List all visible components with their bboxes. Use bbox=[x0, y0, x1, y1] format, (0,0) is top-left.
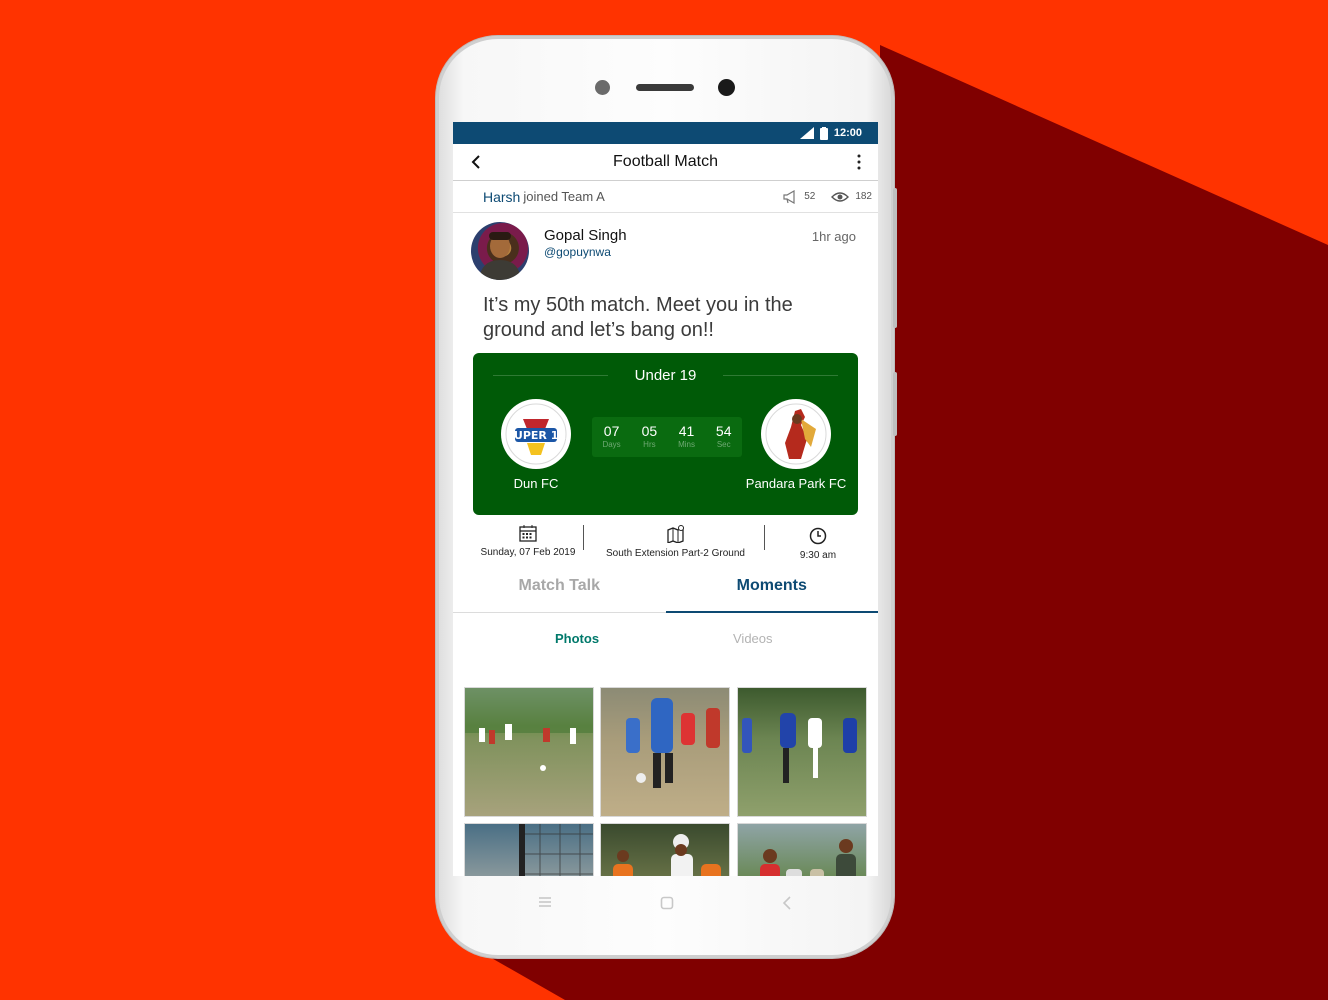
post-stats: 52 182 bbox=[782, 189, 872, 204]
divider bbox=[723, 375, 838, 376]
proximity-sensor bbox=[595, 80, 610, 95]
clock-icon bbox=[809, 527, 827, 545]
team-logo: SUPER 11 bbox=[501, 399, 571, 469]
nav-bar bbox=[436, 886, 894, 920]
home-icon[interactable] bbox=[660, 896, 674, 910]
home-team[interactable]: SUPER 11 Dun FC bbox=[481, 399, 591, 491]
activity-text: joined Team A bbox=[523, 189, 605, 204]
signal-icon bbox=[799, 127, 814, 139]
countdown-days: 07 Days bbox=[602, 422, 621, 449]
screen: 12:00 Football Match Harsh joined Team A… bbox=[453, 122, 878, 876]
away-team[interactable]: Pandara Park FC bbox=[741, 399, 851, 491]
super11-logo-icon: SUPER 11 bbox=[505, 403, 567, 465]
megaphone-icon[interactable] bbox=[782, 189, 798, 204]
photo-thumbnail[interactable] bbox=[737, 823, 867, 876]
eye-icon bbox=[831, 191, 850, 202]
countdown-timer: 07 Days 05 Hrs 41 Mins 54 Sec bbox=[592, 417, 742, 457]
battery-icon bbox=[819, 126, 828, 140]
photo-thumbnail[interactable] bbox=[464, 687, 594, 817]
author-handle[interactable]: @gopuynwa bbox=[544, 245, 611, 259]
calendar-icon bbox=[519, 525, 537, 542]
app-bar: Football Match bbox=[453, 144, 878, 181]
away-team-name: Pandara Park FC bbox=[745, 476, 847, 491]
photo-thumbnail[interactable] bbox=[737, 687, 867, 817]
phone-frame: 12:00 Football Match Harsh joined Team A… bbox=[436, 36, 897, 958]
divider bbox=[583, 525, 584, 550]
status-bar: 12:00 bbox=[453, 122, 878, 144]
activity-bar: Harsh joined Team A 52 182 bbox=[453, 181, 878, 213]
divider bbox=[764, 525, 765, 550]
post-time: 1hr ago bbox=[811, 229, 856, 244]
tab-photos[interactable]: Photos bbox=[555, 631, 599, 646]
countdown-hours: 05 Hrs bbox=[641, 422, 658, 449]
countdown-minutes: 41 Mins bbox=[678, 422, 695, 449]
match-venue[interactable]: South Extension Part-2 Ground bbox=[593, 525, 758, 559]
back-arrow-icon[interactable] bbox=[469, 154, 485, 170]
football-photo-icon bbox=[465, 688, 593, 771]
home-team-name: Dun FC bbox=[513, 476, 559, 491]
content-tabs: Match Talk Moments bbox=[453, 571, 878, 613]
football-photo-icon bbox=[742, 713, 857, 783]
tab-videos[interactable]: Videos bbox=[733, 631, 773, 646]
warrior-logo-icon bbox=[765, 403, 827, 465]
front-camera bbox=[718, 79, 735, 96]
status-time: 12:00 bbox=[833, 127, 862, 139]
photo-thumbnail[interactable] bbox=[600, 687, 730, 817]
post-text: It’s my 50th match. Meet you in the grou… bbox=[483, 294, 793, 341]
football-photo-icon bbox=[613, 834, 721, 876]
match-card[interactable]: Under 19 SUPER 11 Dun FC 07Days 05Hrs bbox=[473, 353, 858, 515]
back-icon[interactable] bbox=[782, 895, 792, 911]
tab-moments[interactable]: Moments bbox=[665, 571, 878, 613]
volume-button bbox=[893, 188, 897, 328]
goal-net-photo-icon bbox=[519, 824, 593, 876]
avatar[interactable] bbox=[471, 222, 529, 280]
page-title: Football Match bbox=[613, 153, 718, 170]
view-count: 182 bbox=[855, 191, 872, 202]
tab-match-talk[interactable]: Match Talk bbox=[453, 571, 666, 613]
countdown-seconds: 54 Sec bbox=[715, 422, 732, 449]
team-logo bbox=[761, 399, 831, 469]
match-time: 9:30 am bbox=[783, 527, 853, 561]
photo-thumbnail[interactable] bbox=[464, 823, 594, 876]
map-pin-icon bbox=[666, 525, 684, 544]
menu-icon[interactable] bbox=[538, 896, 552, 908]
football-photo-icon bbox=[626, 698, 720, 788]
power-button bbox=[893, 372, 897, 436]
activity-user[interactable]: Harsh bbox=[483, 189, 520, 205]
more-options-icon[interactable] bbox=[856, 153, 862, 171]
avatar-portrait-icon bbox=[479, 232, 521, 280]
football-photo-icon bbox=[760, 839, 856, 876]
photo-thumbnail[interactable] bbox=[600, 823, 730, 876]
share-count: 52 bbox=[804, 191, 816, 202]
post-header: Gopal Singh @gopuynwa 1hr ago bbox=[453, 213, 878, 287]
match-date: Sunday, 07 Feb 2019 bbox=[467, 525, 589, 558]
author-name[interactable]: Gopal Singh bbox=[544, 227, 627, 244]
media-tabs: Photos Videos bbox=[453, 613, 878, 657]
earpiece-speaker bbox=[636, 84, 694, 91]
match-info: Sunday, 07 Feb 2019 South Extension Part… bbox=[453, 515, 878, 571]
logo-text: SUPER 11 bbox=[506, 429, 566, 442]
